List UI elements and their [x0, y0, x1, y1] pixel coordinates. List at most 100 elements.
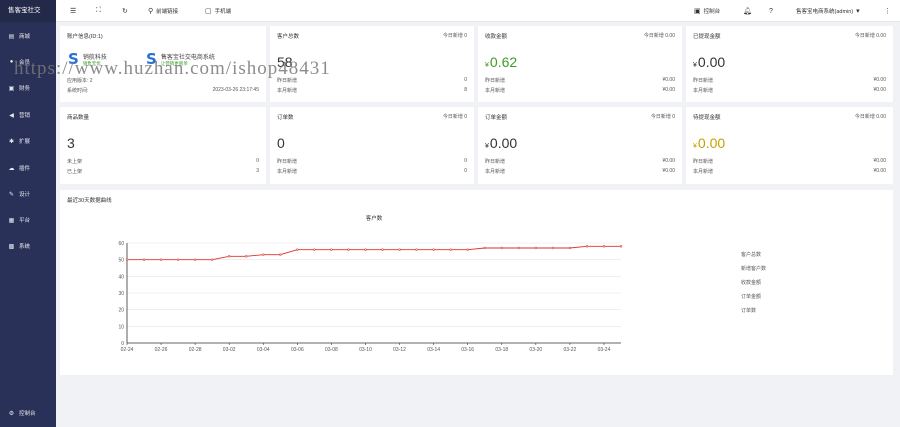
data-point: [534, 246, 538, 250]
data-point: [517, 246, 520, 250]
sidebar-item-label: 会员: [19, 60, 31, 66]
data-point: [313, 248, 316, 251]
data-point: [142, 258, 146, 261]
card-title: 收款金额: [485, 34, 508, 40]
data-point: [262, 253, 265, 256]
card-title: 订单数: [277, 115, 294, 121]
stat-row: 本月新增 8: [277, 87, 467, 95]
top-bar: ☰ ⛶ ↻ ⚲ 前端链接 ▢ 手机端 ▣ 控制台 🔔︎ ? 售客宝电商系统(admin…: [56, 0, 900, 22]
revenue-card: 收款金额 今日新增 0.00 ¥0.62 昨日新增 ¥0.00 本月新增 ¥0.00: [478, 26, 682, 102]
stat-row: 未上架 0: [67, 158, 259, 166]
amount: 0.00: [489, 135, 518, 151]
frontend-link-button[interactable]: ⚲ 前端链接: [148, 0, 178, 22]
big-value: ¥0.62: [485, 54, 517, 70]
row-label: 本月新增: [277, 169, 298, 175]
grid-icon: ▦: [8, 217, 15, 224]
sidebar-item-system[interactable]: ▩ 系统: [0, 237, 56, 255]
stat-row: 昨日新增 ¥0.00: [485, 158, 675, 166]
legend-item[interactable]: 新增客户数: [741, 265, 766, 272]
order-amount-card: 订单金额 今日新增 0 ¥0.00 昨日新增 ¥0.00 本月新增 ¥0.00: [478, 107, 682, 184]
row-value: 0: [464, 158, 467, 164]
row-value: ¥0.00: [873, 168, 886, 174]
stat-row: 本月新增 ¥0.00: [485, 168, 675, 176]
question-icon: ?: [769, 7, 773, 15]
big-value: ¥0.00: [485, 135, 517, 151]
data-point: [381, 248, 384, 251]
data-point: [330, 248, 333, 251]
currency-symbol: ¥: [693, 62, 697, 69]
logo-subtitle: 让营销更简单: [160, 61, 188, 66]
data-point: [125, 258, 129, 261]
legend-item[interactable]: 客户总数: [741, 251, 761, 258]
data-point: [568, 246, 572, 250]
currency-symbol: ¥: [693, 143, 697, 150]
bell-icon: 🔔︎: [743, 8, 752, 15]
row-value: ¥0.00: [873, 87, 886, 93]
card-title: 已提现金额: [693, 34, 721, 40]
more-button[interactable]: ⋮: [884, 0, 894, 22]
user-label: 售客宝电商系统(admin): [796, 9, 854, 15]
stat-row: 昨日新增 0: [277, 158, 467, 166]
sidebar-item-shop[interactable]: ▤ 商城: [0, 27, 56, 45]
data-point: [364, 248, 367, 251]
trend-chart-card: 最近30天数据曲线 客户数 0 10 20 30 40 50 60 02-24 02-26 02-2…: [60, 190, 893, 375]
legend-item[interactable]: 收款金额: [741, 279, 761, 286]
row-value: 3: [256, 168, 259, 174]
sidebar-item-finance[interactable]: ▣ 财务: [0, 79, 56, 97]
row-value: ¥0.00: [662, 168, 675, 174]
data-point: [432, 248, 435, 251]
dashboard-button[interactable]: ▣ 控制台: [694, 0, 720, 22]
logo-s-icon: S: [146, 50, 157, 68]
row-value: 2023-03-26 23:17:45: [212, 87, 259, 93]
data-point: [347, 248, 350, 251]
row-label: 系统时间:: [67, 88, 89, 94]
amount: 0.00: [697, 135, 726, 151]
row-label: 已上架: [67, 169, 83, 175]
fullscreen-button[interactable]: ⛶: [96, 0, 104, 22]
sidebar-item-extension[interactable]: ✱ 扩展: [0, 132, 56, 150]
legend-item[interactable]: 订单数: [741, 307, 756, 314]
sidebar: 售客宝社交 ▤ 商城 ● 会员 ▣ 财务 ◀ 营销 ✱ 扩展 ☁ 插件 ✎ 设计 ▦ 平台 ▩ 系…: [0, 0, 56, 427]
data-point: [228, 255, 231, 258]
logo-xiaohang: S 销航科技 销售无忧: [68, 52, 107, 67]
notification-button[interactable]: 🔔︎: [743, 0, 755, 22]
stat-row: 本月新增 0: [277, 168, 467, 176]
sidebar-item-member[interactable]: ● 会员: [0, 53, 56, 71]
big-value: 58: [277, 54, 293, 70]
y-tick-label: 10: [118, 324, 124, 330]
sidebar-item-label: 财务: [19, 86, 31, 92]
frontend-link-label: 前端链接: [156, 9, 179, 15]
orders-card: 订单数 今日新增 0 0 昨日新增 0 本月新增 0: [270, 107, 474, 184]
big-value: 3: [67, 135, 75, 151]
mobile-button[interactable]: ▢ 手机端: [205, 0, 231, 22]
row-label: 昨日新增: [693, 78, 714, 84]
row-label: 未上架: [67, 159, 83, 165]
big-value: 0: [277, 135, 285, 151]
refresh-button[interactable]: ↻: [122, 0, 131, 22]
row-value: ¥0.00: [662, 87, 675, 93]
x-tick-label: 02-26: [155, 347, 168, 353]
legend-item[interactable]: 订单金额: [741, 293, 761, 300]
row-label: 昨日新增: [693, 159, 714, 165]
row-label: 昨日新增: [277, 78, 298, 84]
user-menu[interactable]: 售客宝电商系统(admin) ▾: [796, 0, 863, 22]
menu-toggle-button[interactable]: ☰: [70, 0, 79, 22]
sidebar-item-console[interactable]: ⚙ 控制台: [0, 404, 56, 422]
products-card: 商品数量 3 未上架 0 已上架 3: [60, 107, 266, 184]
x-tick-label: 03-04: [257, 347, 270, 353]
x-tick-label: 03-18: [495, 347, 508, 353]
help-button[interactable]: ?: [769, 0, 776, 22]
y-tick-label: 60: [118, 241, 124, 247]
sidebar-item-platform[interactable]: ▦ 平台: [0, 211, 56, 229]
sidebar-item-design[interactable]: ✎ 设计: [0, 185, 56, 203]
card-header: 客户总数 今日新增 0: [277, 32, 467, 40]
data-point: [449, 248, 452, 251]
row-value: 0: [464, 168, 467, 174]
sidebar-item-plugin[interactable]: ☁ 插件: [0, 159, 56, 177]
puzzle-icon: ✱: [8, 138, 15, 145]
sidebar-item-marketing[interactable]: ◀ 营销: [0, 106, 56, 124]
row-label: 本月新增: [485, 88, 506, 94]
row-value: 0: [464, 77, 467, 83]
data-point: [585, 245, 589, 248]
today-new: 今日新增 0.00: [643, 33, 675, 39]
